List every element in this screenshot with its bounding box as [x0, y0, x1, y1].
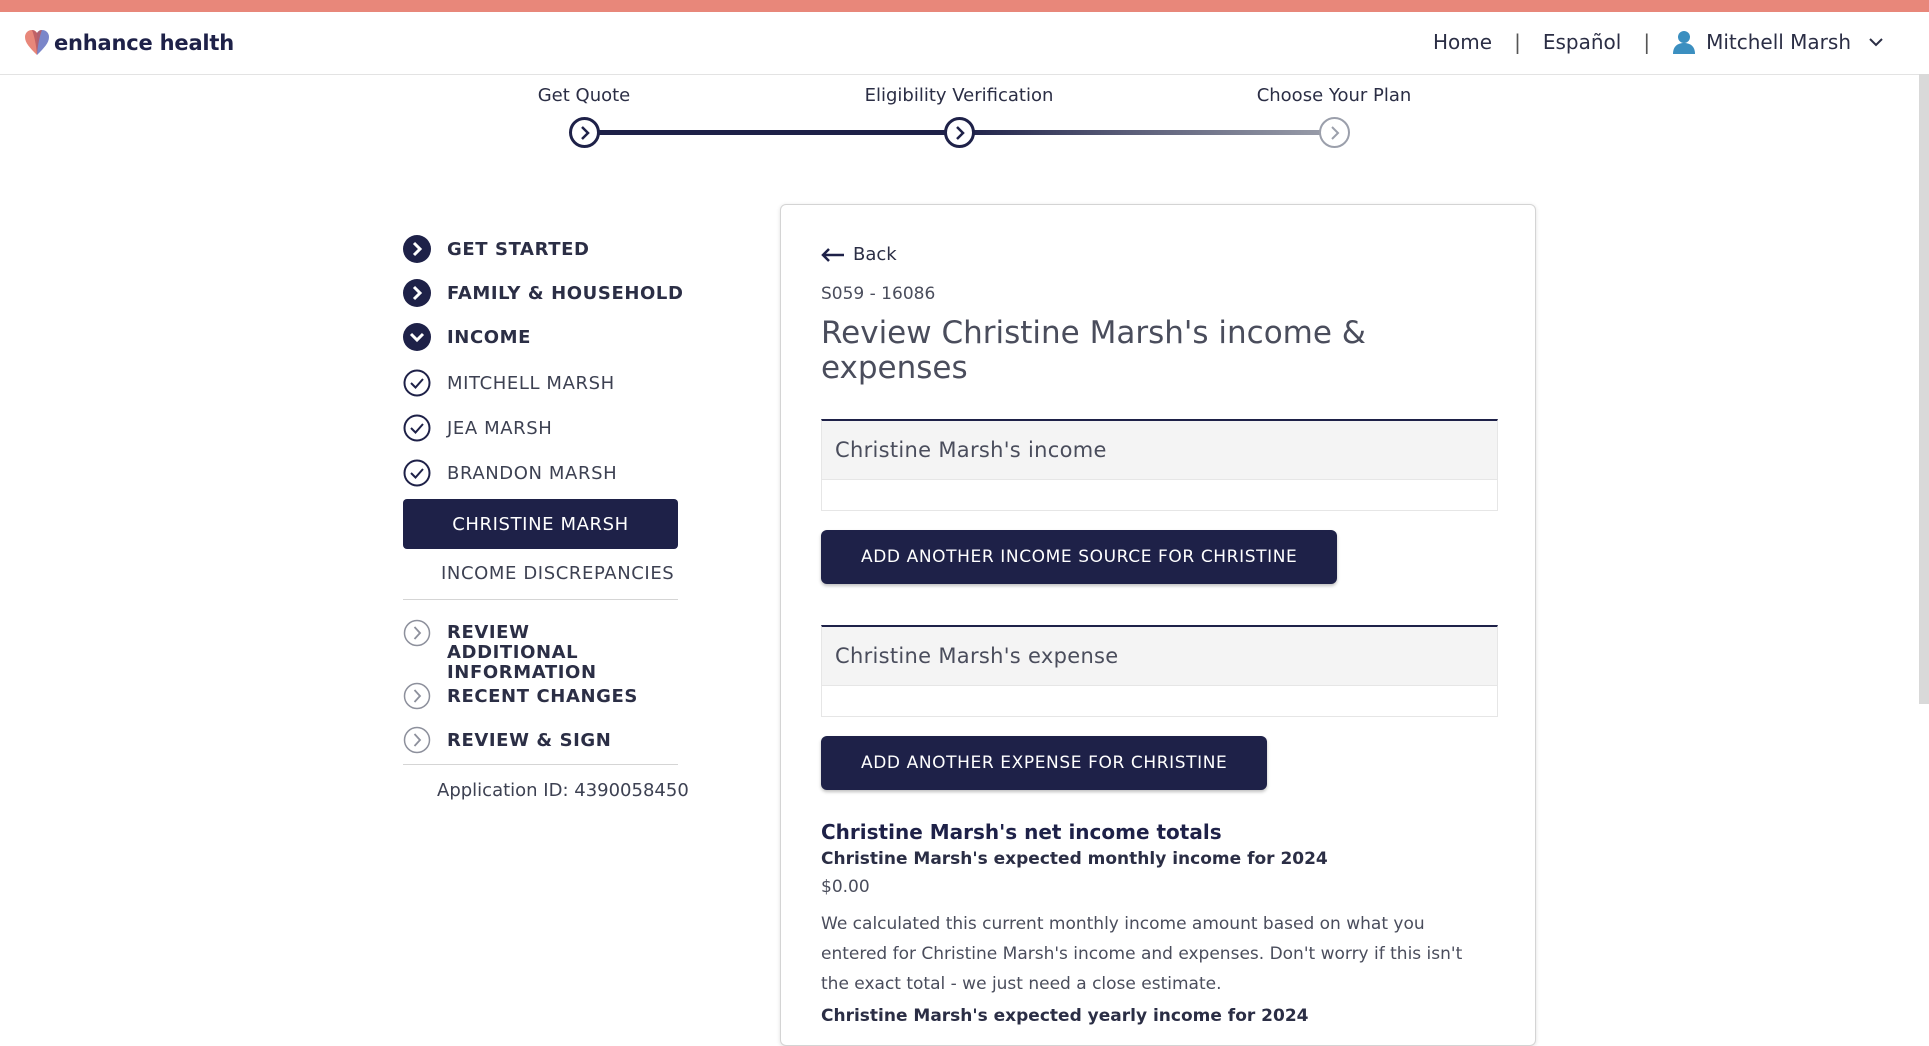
- page-scrollbar[interactable]: [1919, 74, 1929, 704]
- step-eligibility[interactable]: [944, 117, 975, 148]
- back-link[interactable]: Back: [821, 244, 897, 265]
- step-label-eligibility: Eligibility Verification: [864, 85, 1054, 106]
- heart-logo-icon: [25, 30, 49, 55]
- sidebar-item-review-sign[interactable]: REVIEW & SIGN: [403, 726, 611, 754]
- step-label-choose-plan: Choose Your Plan: [1256, 85, 1412, 106]
- nav-language-link[interactable]: Español: [1543, 30, 1621, 54]
- chevron-down-icon: [1869, 38, 1883, 47]
- sidebar-item-label: GET STARTED: [447, 238, 590, 260]
- step-label-get-quote: Get Quote: [537, 85, 631, 106]
- sidebar-item-label: FAMILY & HOUSEHOLD: [447, 282, 684, 304]
- income-explanation: We calculated this current monthly incom…: [821, 914, 1463, 994]
- user-icon: [1673, 31, 1696, 54]
- sidebar-item-review-additional[interactable]: REVIEW ADDITIONAL INFORMATION: [403, 619, 667, 683]
- divider: [403, 599, 678, 600]
- nav-separator: |: [1514, 30, 1521, 54]
- add-income-source-button[interactable]: ADD ANOTHER INCOME SOURCE FOR CHRISTINE: [821, 530, 1338, 584]
- brand-name: enhance health: [54, 31, 235, 55]
- sidebar-item-get-started[interactable]: GET STARTED: [403, 235, 590, 263]
- expense-section-header: Christine Marsh's expense: [822, 627, 1497, 685]
- chevron-right-circle-outline-icon: [403, 726, 431, 754]
- monthly-income-label: Christine Marsh's expected monthly incom…: [821, 849, 1328, 869]
- sidebar-item-brandon-marsh[interactable]: BRANDON MARSH: [403, 459, 617, 487]
- header: enhance health Home | Español | Mitchell…: [0, 12, 1929, 75]
- sidebar-item-income-discrepancies[interactable]: INCOME DISCREPANCIES: [441, 563, 674, 584]
- sidebar-item-jea-marsh[interactable]: JEA MARSH: [403, 414, 552, 442]
- divider: [403, 764, 678, 765]
- application-id: Application ID: 4390058450: [437, 780, 689, 801]
- sidebar-item-label: MITCHELL MARSH: [447, 372, 615, 394]
- net-income-totals-title: Christine Marsh's net income totals: [821, 820, 1222, 844]
- sidebar-item-label: BRANDON MARSH: [447, 462, 618, 484]
- step-connector-pending: [959, 130, 1334, 135]
- income-section-header: Christine Marsh's income: [822, 421, 1497, 479]
- logo[interactable]: enhance health: [24, 29, 234, 57]
- arrow-left-icon: [821, 247, 844, 262]
- user-menu[interactable]: Mitchell Marsh: [1672, 30, 1885, 54]
- step-connector-complete: [584, 130, 959, 135]
- check-circle-icon: [403, 369, 431, 397]
- sidebar-item-family-household[interactable]: FAMILY & HOUSEHOLD: [403, 279, 684, 307]
- monthly-income-value: $0.00: [821, 877, 870, 897]
- chevron-right-icon: [955, 125, 965, 140]
- sidebar-item-recent-changes[interactable]: RECENT CHANGES: [403, 682, 638, 710]
- top-accent-bar: [0, 0, 1929, 12]
- sidebar-item-mitchell-marsh[interactable]: MITCHELL MARSH: [403, 369, 615, 397]
- back-label: Back: [853, 244, 897, 265]
- nav-separator: |: [1643, 30, 1651, 54]
- expense-section: Christine Marsh's expense: [821, 625, 1498, 717]
- chevron-right-circle-outline-icon: [403, 682, 431, 710]
- yearly-income-label: Christine Marsh's expected yearly income…: [821, 1006, 1309, 1026]
- step-choose-plan[interactable]: [1319, 117, 1350, 148]
- income-section: Christine Marsh's income: [821, 419, 1498, 511]
- chevron-right-circle-outline-icon: [403, 619, 431, 647]
- chevron-right-icon: [580, 125, 590, 140]
- sidebar-item-label: REVIEW & SIGN: [447, 729, 612, 751]
- sidebar-item-label: JEA MARSH: [447, 417, 553, 439]
- chevron-right-circle-icon: [403, 279, 431, 307]
- nav-home-link[interactable]: Home: [1433, 30, 1492, 54]
- step-get-quote[interactable]: [569, 117, 600, 148]
- sidebar-item-income[interactable]: INCOME: [403, 323, 531, 351]
- check-circle-icon: [403, 414, 431, 442]
- form-code: S059 - 16086: [821, 284, 936, 304]
- sidebar-item-label: INCOME: [447, 326, 532, 348]
- chevron-right-icon: [1330, 125, 1339, 140]
- add-expense-button[interactable]: ADD ANOTHER EXPENSE FOR CHRISTINE: [821, 736, 1268, 790]
- chevron-down-circle-icon: [403, 323, 431, 351]
- page-title: Review Christine Marsh's income & expens…: [821, 315, 1366, 386]
- top-nav: Home | Español | Mitchell Marsh: [1433, 30, 1885, 54]
- sidebar-item-label: REVIEW ADDITIONAL INFORMATION: [447, 622, 597, 683]
- sidebar-item-christine-marsh[interactable]: CHRISTINE MARSH: [403, 499, 678, 549]
- user-name: Mitchell Marsh: [1706, 30, 1851, 54]
- sidebar-item-label: RECENT CHANGES: [447, 685, 638, 707]
- chevron-right-circle-icon: [403, 235, 431, 263]
- check-circle-icon: [403, 459, 431, 487]
- expense-section-body: [822, 685, 1497, 716]
- income-section-body: [822, 479, 1497, 510]
